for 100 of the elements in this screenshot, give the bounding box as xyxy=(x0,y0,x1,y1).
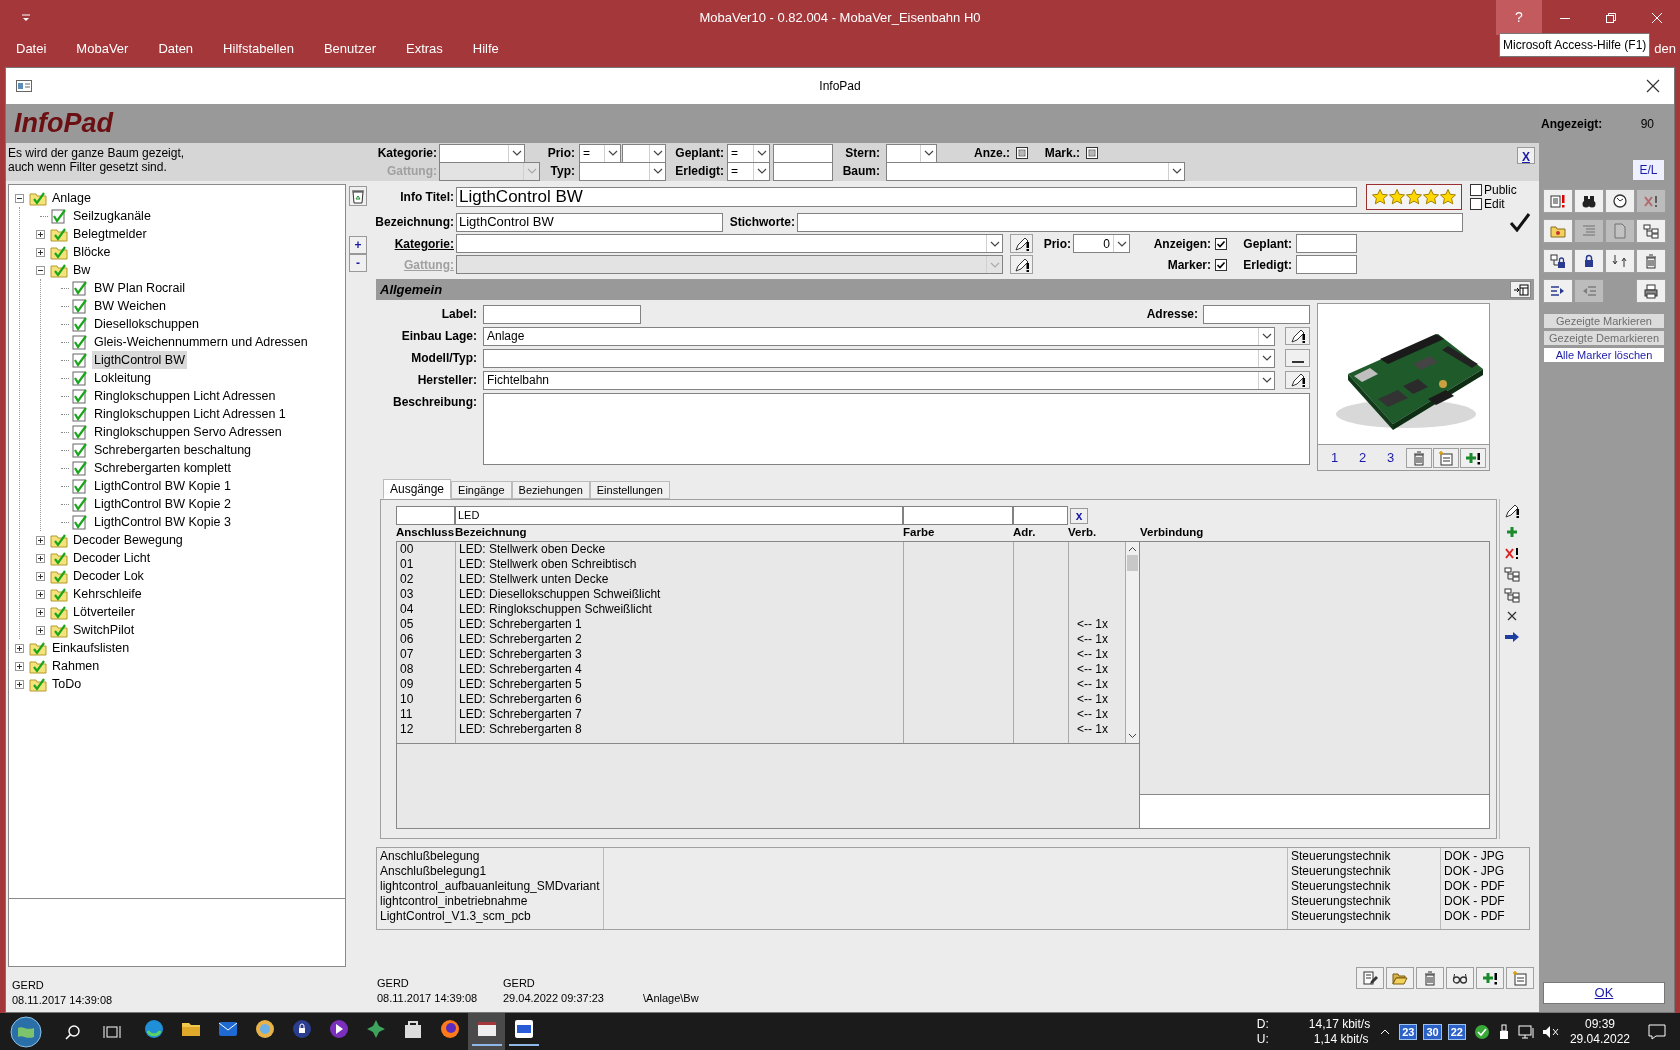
collapse-icon[interactable] xyxy=(35,265,45,275)
edit-button[interactable] xyxy=(1285,371,1310,389)
dropdown[interactable] xyxy=(886,143,937,163)
tray-badge[interactable]: 23 xyxy=(1399,1023,1418,1040)
edit-button[interactable] xyxy=(1010,255,1033,274)
el-button[interactable]: E/L xyxy=(1632,159,1665,181)
tree-item[interactable]: Decoder Bewegung xyxy=(71,530,185,550)
toolbar-button[interactable] xyxy=(1476,967,1504,989)
dropdown[interactable] xyxy=(456,234,1003,253)
tree-item[interactable]: LigthControl BW xyxy=(92,350,187,370)
tree-item[interactable]: Belegtmelder xyxy=(71,224,149,244)
input-field[interactable] xyxy=(773,143,833,163)
tray-badge[interactable]: 30 xyxy=(1423,1023,1442,1040)
recycle-bin-button[interactable] xyxy=(349,186,367,206)
taskbar-button[interactable] xyxy=(468,1013,505,1050)
tree-item[interactable]: Einkaufslisten xyxy=(50,638,132,658)
tree-item[interactable]: Lötverteiler xyxy=(71,602,137,622)
dropdown[interactable] xyxy=(483,348,1275,368)
toolbar-button[interactable] xyxy=(1605,189,1635,213)
search-icon[interactable] xyxy=(65,1023,81,1040)
tree-item[interactable]: Bw xyxy=(71,260,93,280)
checkbox[interactable] xyxy=(1086,147,1098,159)
expand-icon[interactable] xyxy=(14,679,24,689)
close-icon[interactable] xyxy=(1646,79,1660,93)
connection-field[interactable] xyxy=(1140,794,1489,828)
text-button[interactable]: Alle Marker löschen xyxy=(1543,347,1665,363)
tab[interactable]: Einstellungen xyxy=(589,481,670,499)
dropdown[interactable]: = xyxy=(727,143,770,163)
page-button[interactable]: 3 xyxy=(1377,447,1404,468)
input-field[interactable]: LED xyxy=(455,506,903,525)
tree-item[interactable]: Schrebergarten beschaltung xyxy=(92,440,254,460)
tree-item[interactable]: SwitchPilot xyxy=(71,620,137,640)
edit-button[interactable] xyxy=(1285,349,1310,367)
notification-icon[interactable] xyxy=(1648,1023,1666,1040)
hierarchy-icon[interactable] xyxy=(1503,566,1520,582)
input-field[interactable] xyxy=(1296,255,1357,274)
toolbar-button[interactable] xyxy=(1543,249,1573,273)
dropdown[interactable]: 0 xyxy=(1073,234,1130,253)
menu-item[interactable]: Datei xyxy=(16,39,47,59)
shield-icon[interactable] xyxy=(1473,1023,1490,1040)
start-orb-icon[interactable] xyxy=(10,1015,42,1048)
input-field[interactable] xyxy=(1203,304,1310,324)
checkbox[interactable] xyxy=(1215,258,1227,271)
ok-button[interactable]: OK xyxy=(1543,982,1665,1004)
tree-item[interactable]: Kehrschleife xyxy=(71,584,144,604)
tree-item[interactable]: Lokleitung xyxy=(92,368,153,388)
description-field[interactable] xyxy=(483,393,1310,465)
toolbar-button[interactable] xyxy=(1356,967,1384,989)
collapse-all-button[interactable]: - xyxy=(349,254,367,272)
menu-item[interactable]: Extras xyxy=(406,39,443,59)
page-button[interactable]: 2 xyxy=(1349,447,1376,468)
title-field[interactable]: LigthControl BW xyxy=(456,187,1357,207)
tree-item[interactable]: Schrebergarten komplett xyxy=(92,458,233,478)
checkbox[interactable] xyxy=(1470,184,1482,196)
task-view-icon[interactable] xyxy=(103,1023,121,1040)
scroll-down-button[interactable] xyxy=(1128,733,1137,739)
tree-item[interactable]: Ringlokschuppen Licht Adressen xyxy=(92,386,278,406)
checkbox[interactable] xyxy=(1215,237,1227,250)
tree-item[interactable]: LigthControl BW Kopie 2 xyxy=(92,494,233,514)
tree-item[interactable]: Blöcke xyxy=(71,242,113,262)
expand-icon[interactable] xyxy=(14,661,24,671)
menu-item[interactable]: MobaVer xyxy=(76,39,129,59)
star-rating[interactable] xyxy=(1372,189,1456,205)
tree-item[interactable]: Decoder Licht xyxy=(71,548,153,568)
toolbar-button[interactable] xyxy=(1446,967,1474,989)
input-field[interactable]: LigthControl BW xyxy=(456,212,723,232)
dropdown[interactable]: Anlage xyxy=(483,326,1275,346)
input-field[interactable] xyxy=(396,506,455,525)
tab[interactable]: Eingänge xyxy=(451,481,512,499)
expand-icon[interactable] xyxy=(35,553,45,563)
dropdown[interactable] xyxy=(886,161,1185,181)
tree-item[interactable]: BW Plan Rocrail xyxy=(92,278,187,298)
tree-item[interactable]: LigthControl BW Kopie 3 xyxy=(92,512,233,532)
tree-item[interactable]: BW Weichen xyxy=(92,296,168,316)
expand-icon[interactable] xyxy=(35,589,45,599)
pencil-alert-icon[interactable] xyxy=(1503,503,1520,519)
network-icon[interactable] xyxy=(1517,1023,1536,1040)
tree-item[interactable]: Decoder Lok xyxy=(71,566,146,586)
checkbox[interactable] xyxy=(1016,147,1028,159)
arrow-icon[interactable] xyxy=(1503,629,1520,645)
dropdown[interactable] xyxy=(579,161,666,181)
edit-button[interactable] xyxy=(1285,327,1310,345)
toolbar-button[interactable] xyxy=(1636,279,1666,303)
menu-item[interactable]: Daten xyxy=(158,39,194,59)
dropdown[interactable] xyxy=(439,143,525,163)
tree-item[interactable]: Ringlokschuppen Servo Adressen xyxy=(92,422,284,442)
tree-item[interactable]: ToDo xyxy=(50,674,84,694)
tree-item[interactable]: Diesellokschuppen xyxy=(92,314,201,334)
expand-icon[interactable] xyxy=(35,535,45,545)
menu-item[interactable]: Benutzer xyxy=(323,39,376,59)
dropdown[interactable]: Fichtelbahn xyxy=(483,370,1275,390)
tree-item[interactable]: Anlage xyxy=(50,188,93,208)
collapse-icon[interactable] xyxy=(14,193,24,203)
clear-filter-button[interactable]: X xyxy=(1517,146,1535,164)
menu-item[interactable]: Hilfstabellen xyxy=(223,39,294,59)
menu-item[interactable]: Hilfe xyxy=(472,39,499,59)
tree-item[interactable]: Gleis-Weichennummern und Adressen xyxy=(92,332,310,352)
chevron-up-icon[interactable] xyxy=(1380,1028,1391,1035)
tree-item[interactable]: LigthControl BW Kopie 1 xyxy=(92,476,233,496)
input-field[interactable] xyxy=(483,304,641,324)
